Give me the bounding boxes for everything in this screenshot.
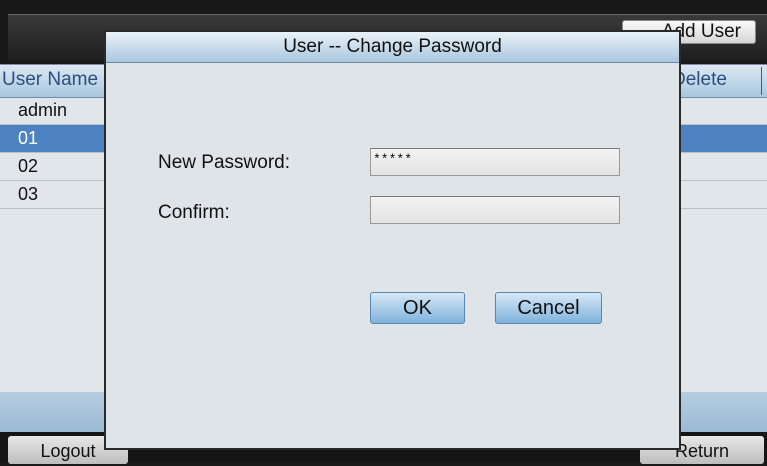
user-name-cell: 03 xyxy=(18,184,39,204)
column-header-user-name: User Name xyxy=(2,69,99,90)
user-name-cell: 01 xyxy=(18,128,39,148)
new-password-label: New Password: xyxy=(158,152,290,173)
ok-button[interactable]: OK xyxy=(370,292,465,324)
column-divider xyxy=(761,67,762,95)
user-name-cell: 02 xyxy=(18,156,39,176)
confirm-password-field[interactable] xyxy=(370,196,620,224)
new-password-field[interactable]: ***** xyxy=(370,148,620,176)
confirm-label: Confirm: xyxy=(158,202,230,223)
dialog-title: User -- Change Password xyxy=(106,32,679,63)
change-password-dialog: User -- Change Password New Password: **… xyxy=(104,30,681,450)
user-name-cell: admin xyxy=(18,100,68,120)
cancel-button[interactable]: Cancel xyxy=(495,292,602,324)
column-header-delete: Delete xyxy=(672,69,727,90)
